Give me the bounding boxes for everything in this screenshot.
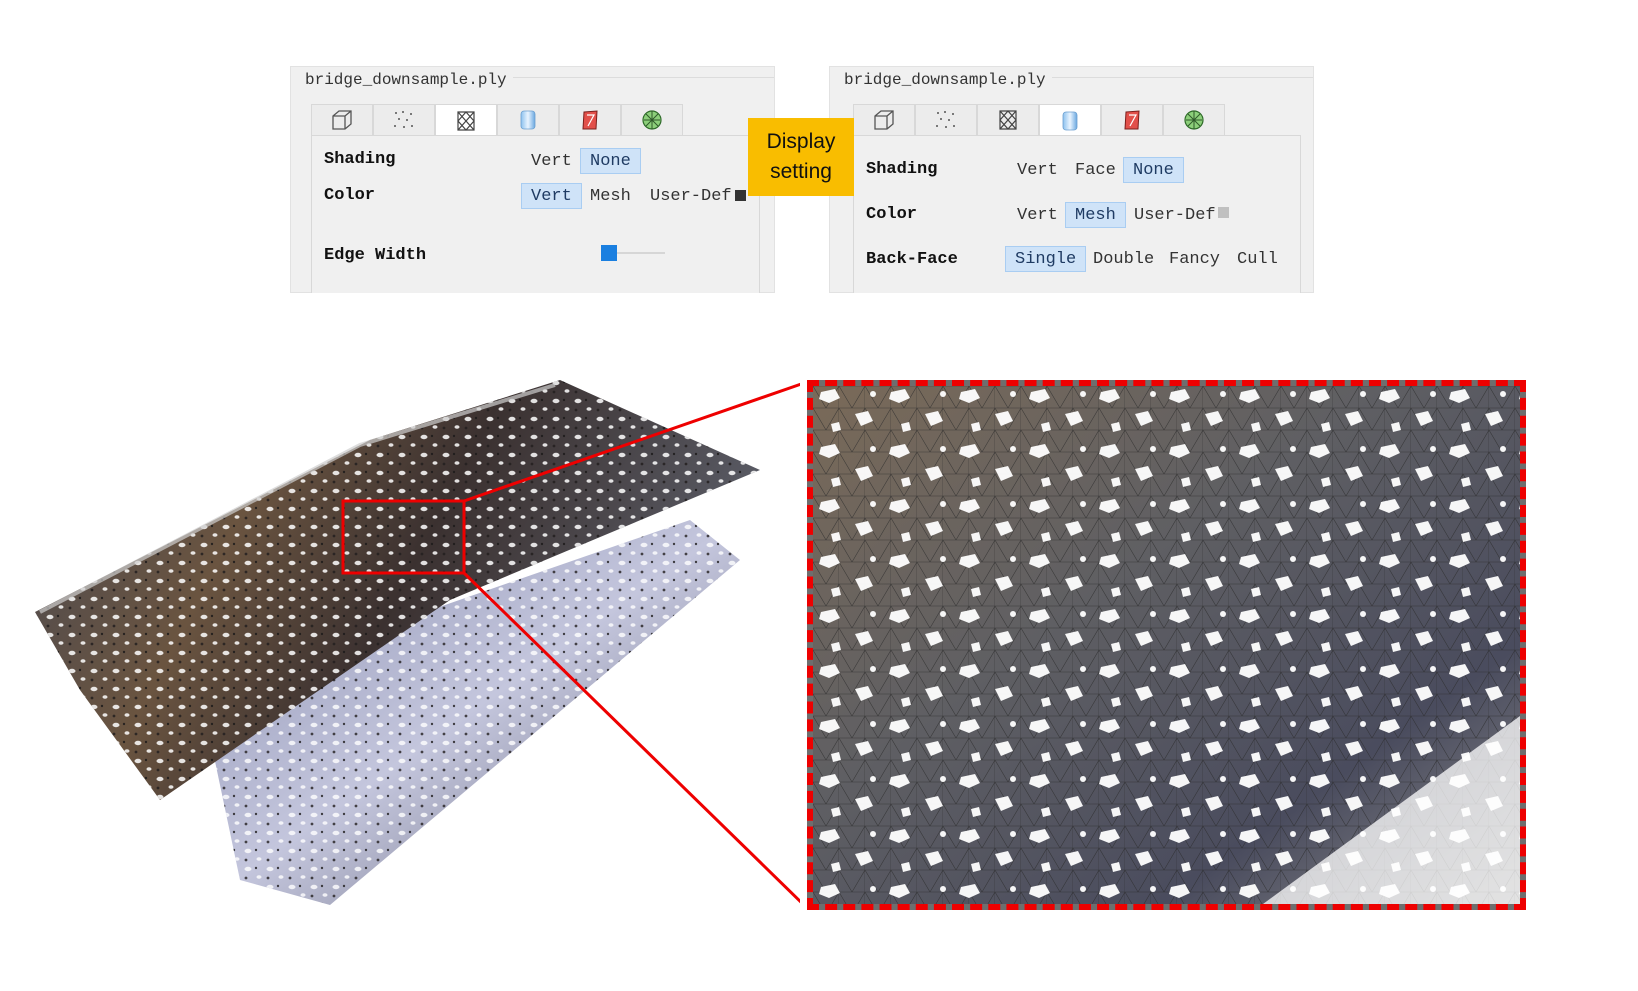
color-userdef-option[interactable]: User-Def — [1125, 203, 1225, 229]
callout-line-1: Display — [766, 130, 836, 153]
color-label: Color — [324, 186, 376, 205]
point-cloud-viewport[interactable] — [0, 340, 800, 960]
settings-area: Shading Vert None Color Vert Mesh User-D… — [311, 135, 760, 293]
color-mesh-option[interactable]: Mesh — [581, 184, 640, 210]
panel-title: bridge_downsample.ply — [844, 71, 1052, 89]
zoomed-mesh-view[interactable] — [807, 380, 1526, 910]
shading-none-option[interactable]: None — [580, 148, 641, 174]
backface-cull-option[interactable]: Cull — [1228, 247, 1287, 273]
green-mesh-icon — [642, 110, 662, 130]
backface-label: Back-Face — [866, 250, 958, 269]
tab-box[interactable] — [311, 104, 373, 135]
points-icon — [936, 111, 955, 128]
tab-bar — [311, 104, 683, 136]
shading-vert-option[interactable]: Vert — [522, 149, 581, 175]
tab-green-mesh[interactable] — [621, 104, 683, 135]
tab-cylinder[interactable] — [1039, 104, 1101, 136]
tab-red-box[interactable] — [559, 104, 621, 135]
cylinder-icon — [1062, 111, 1078, 130]
shading-label: Shading — [324, 150, 396, 169]
user-def-color-swatch[interactable] — [1218, 207, 1229, 218]
box-icon — [332, 110, 352, 130]
cylinder-icon — [520, 110, 536, 130]
tab-wireframe[interactable] — [977, 104, 1039, 135]
tab-red-box[interactable] — [1101, 104, 1163, 135]
backface-double-option[interactable]: Double — [1084, 247, 1163, 273]
right-display-panel: bridge_downsample.ply Shading Vert Face … — [829, 66, 1314, 293]
callout-line-2: setting — [770, 160, 832, 183]
backface-fancy-option[interactable]: Fancy — [1160, 247, 1229, 273]
left-display-panel: bridge_downsample.ply Shading Vert None … — [290, 66, 775, 293]
tab-points[interactable] — [915, 104, 977, 135]
red-box-icon — [1124, 110, 1140, 130]
tab-box[interactable] — [853, 104, 915, 135]
edge-width-label: Edge Width — [324, 246, 427, 265]
color-vert-option[interactable]: Vert — [1008, 203, 1067, 229]
wireframe-icon — [999, 110, 1017, 130]
tab-wireframe[interactable] — [435, 104, 497, 136]
color-label: Color — [866, 205, 918, 224]
shading-vert-option[interactable]: Vert — [1008, 158, 1067, 184]
settings-area: Shading Vert Face None Color Vert Mesh U… — [853, 135, 1301, 293]
tab-bar — [853, 104, 1225, 136]
wireframe-icon — [457, 110, 475, 131]
green-mesh-icon — [1184, 110, 1204, 130]
mesh-detail-image — [813, 386, 1520, 904]
panel-title: bridge_downsample.ply — [305, 71, 513, 89]
box-icon — [874, 110, 894, 130]
shading-face-option[interactable]: Face — [1066, 158, 1125, 184]
color-mesh-option[interactable]: Mesh — [1065, 202, 1126, 228]
points-icon — [394, 111, 413, 128]
tab-cylinder[interactable] — [497, 104, 559, 135]
title-divider — [491, 77, 774, 78]
color-userdef-option[interactable]: User-Def — [641, 184, 741, 210]
edge-width-slider-thumb[interactable] — [601, 245, 617, 261]
backface-single-option[interactable]: Single — [1005, 246, 1087, 272]
tab-green-mesh[interactable] — [1163, 104, 1225, 135]
display-setting-callout: Display setting — [748, 118, 854, 196]
color-vert-option[interactable]: Vert — [521, 183, 582, 209]
user-def-color-swatch[interactable] — [735, 190, 746, 201]
shading-none-option[interactable]: None — [1123, 157, 1184, 183]
title-divider — [1030, 77, 1313, 78]
shading-label: Shading — [866, 160, 938, 179]
red-box-icon — [582, 110, 598, 130]
tab-points[interactable] — [373, 104, 435, 135]
